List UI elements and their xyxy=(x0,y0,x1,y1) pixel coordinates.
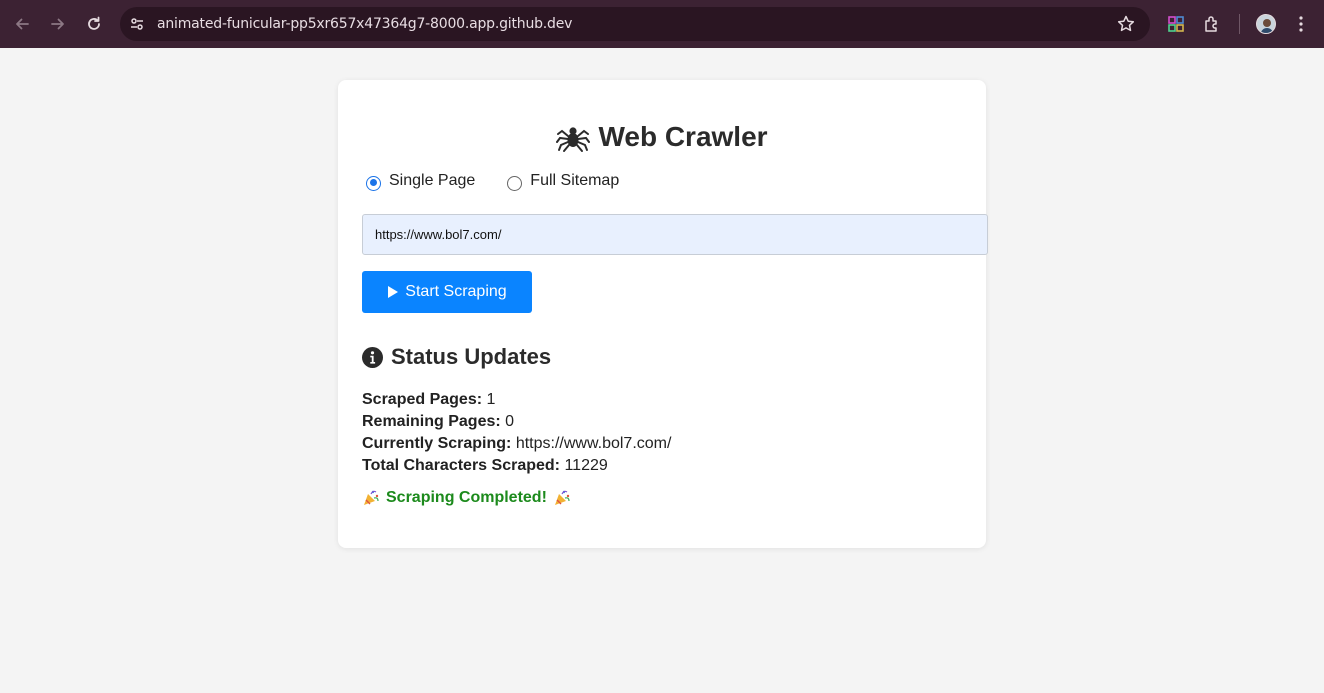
full-sitemap-radio[interactable] xyxy=(507,175,523,191)
bookmark-star-icon[interactable] xyxy=(1116,14,1136,34)
color-picker-icon[interactable] xyxy=(1165,13,1187,35)
url-text: animated-funicular-pp5xr657x47364g7-8000… xyxy=(157,16,573,32)
single-page-radio[interactable] xyxy=(366,175,381,191)
total-chars-row: Total Characters Scraped: 11229 xyxy=(362,455,671,477)
completed-text: Scraping Completed! xyxy=(386,489,547,506)
toolbar-divider xyxy=(1239,14,1240,34)
remaining-pages-row: Remaining Pages: 0 xyxy=(362,411,671,433)
site-info-icon[interactable] xyxy=(128,15,146,33)
full-sitemap-label[interactable]: Full Sitemap xyxy=(530,172,619,190)
currently-scraping-row: Currently Scraping: https://www.bol7.com… xyxy=(362,433,671,455)
extensions-icon[interactable] xyxy=(1201,13,1223,35)
party-popper-icon xyxy=(364,490,379,505)
info-icon xyxy=(362,346,383,368)
status-title-text: Status Updates xyxy=(391,344,552,369)
back-arrow-icon[interactable] xyxy=(10,12,34,36)
single-page-label[interactable]: Single Page xyxy=(389,172,475,190)
status-stats: Scraped Pages: 1 Remaining Pages: 0 Curr… xyxy=(362,389,671,477)
profile-avatar[interactable] xyxy=(1256,14,1276,34)
total-chars-label: Total Characters Scraped: xyxy=(362,457,560,474)
page-title: Web Crawler xyxy=(338,120,986,154)
browser-toolbar: animated-funicular-pp5xr657x47364g7-8000… xyxy=(0,0,1324,48)
crawler-card: Web Crawler Single Page Full Sitemap htt… xyxy=(338,80,988,548)
address-bar[interactable]: animated-funicular-pp5xr657x47364g7-8000… xyxy=(120,7,1150,41)
scraped-pages-value: 1 xyxy=(486,391,496,408)
start-scraping-button[interactable]: Start Scraping xyxy=(362,271,532,313)
forward-arrow-icon[interactable] xyxy=(46,12,70,36)
status-heading: Status Updates xyxy=(362,344,551,370)
play-icon xyxy=(388,286,399,298)
remaining-pages-value: 0 xyxy=(505,413,515,430)
currently-scraping-value: https://www.bol7.com/ xyxy=(515,435,672,452)
remaining-pages-label: Remaining Pages: xyxy=(362,413,501,430)
reload-icon[interactable] xyxy=(82,12,106,36)
mode-selector: Single Page Full Sitemap xyxy=(366,172,651,191)
title-text: Web Crawler xyxy=(598,121,768,152)
more-menu-icon[interactable] xyxy=(1290,13,1312,35)
currently-scraping-label: Currently Scraping: xyxy=(362,435,512,452)
url-input[interactable]: https://www.bol7.com/ xyxy=(362,214,988,255)
party-popper-icon xyxy=(554,490,570,505)
start-scraping-label: Start Scraping xyxy=(405,283,507,300)
scraped-pages-label: Scraped Pages: xyxy=(362,391,483,408)
spider-icon xyxy=(556,120,591,154)
completed-message: Scraping Completed! xyxy=(362,489,571,507)
total-chars-value: 11229 xyxy=(564,457,608,474)
scraped-pages-row: Scraped Pages: 1 xyxy=(362,389,671,411)
